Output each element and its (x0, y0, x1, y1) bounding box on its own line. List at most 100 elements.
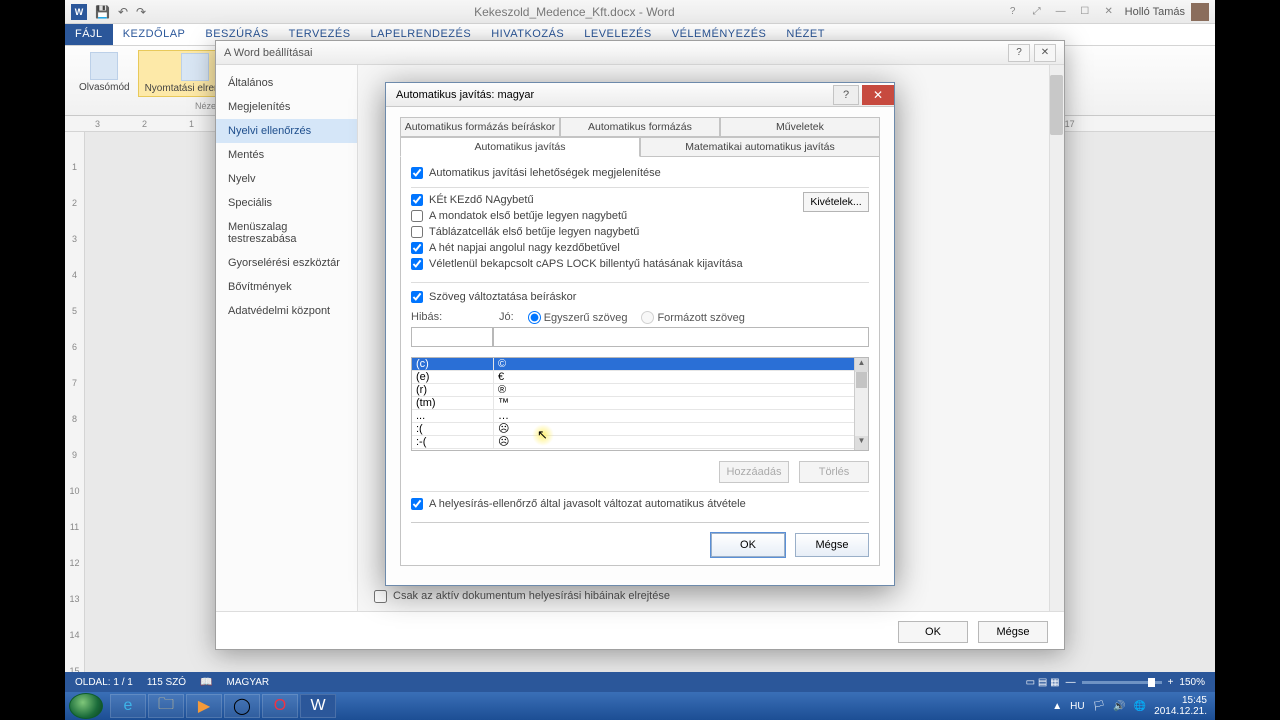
replace-text-checkbox[interactable] (411, 291, 423, 303)
cap-cells-checkbox[interactable] (411, 226, 423, 238)
options-title: A Word beállításai (224, 47, 312, 59)
spellcheck-suggest-label: A helyesírás-ellenőrző által javasolt vá… (429, 498, 746, 510)
options-close-icon[interactable]: ✕ (1034, 44, 1056, 62)
nav-save[interactable]: Mentés (216, 143, 357, 167)
tray-clock[interactable]: 15:452014.12.21. (1154, 695, 1207, 717)
table-row[interactable]: (tm)™ (412, 397, 868, 410)
show-ac-options-label: Automatikus javítási lehetőségek megjele… (429, 167, 661, 179)
nav-qat[interactable]: Gyorselérési eszköztár (216, 251, 357, 275)
word-count[interactable]: 115 SZÓ (147, 677, 186, 688)
exceptions-button[interactable]: Kivételek... (803, 192, 869, 212)
tab-actions[interactable]: Műveletek (720, 117, 880, 137)
tab-file[interactable]: FÁJL (65, 24, 113, 45)
cap-days-label: A hét napjai angolul nagy kezdőbetűvel (429, 242, 620, 254)
user-name: Holló Tamás (1125, 6, 1185, 18)
options-title-bar: A Word beállításai ? ✕ (216, 41, 1064, 65)
help-icon[interactable]: ? (1003, 6, 1023, 17)
capslock-label: Véletlenül bekapcsolt cAPS LOCK billenty… (429, 258, 743, 270)
show-ac-options-checkbox[interactable] (411, 167, 423, 179)
spellcheck-suggest-checkbox[interactable] (411, 498, 423, 510)
table-row[interactable]: :-(☹ (412, 436, 868, 449)
ribbon-toggle-icon[interactable]: ⤢ (1027, 6, 1047, 17)
list-scrollbar[interactable]: ▲▼ (854, 358, 868, 450)
zoom-level[interactable]: 150% (1179, 677, 1205, 688)
options-nav: Általános Megjelenítés Nyelvi ellenőrzés… (216, 65, 358, 611)
word-icon: W (71, 4, 87, 20)
taskbar-ie[interactable]: e (110, 694, 146, 718)
taskbar-media[interactable]: ▶ (186, 694, 222, 718)
cap-cells-label: Táblázatcellák első betűje legyen nagybe… (429, 226, 639, 238)
nav-display[interactable]: Megjelenítés (216, 95, 357, 119)
taskbar-word[interactable]: W (300, 694, 336, 718)
redo-icon[interactable]: ↷ (136, 5, 146, 19)
nav-trust[interactable]: Adatvédelmi központ (216, 299, 357, 323)
table-row[interactable]: :(☹ (412, 423, 868, 436)
tab-math-autocorrect[interactable]: Matematikai automatikus javítás (640, 137, 880, 157)
zoom-controls[interactable]: ▭ ▤ ▦ — + 150% (1026, 677, 1205, 688)
nav-addins[interactable]: Bővítmények (216, 275, 357, 299)
tab-home[interactable]: KEZDŐLAP (113, 24, 196, 45)
language-status[interactable]: MAGYAR (227, 677, 270, 688)
autocorrect-ok-button[interactable]: OK (711, 533, 785, 557)
autocorrect-cancel-button[interactable]: Mégse (795, 533, 869, 557)
save-icon[interactable]: 💾 (95, 5, 110, 19)
hide-errors-checkbox[interactable] (374, 590, 387, 603)
plain-text-radio[interactable]: Egyszerű szöveg (528, 311, 628, 324)
maximize-icon[interactable]: ☐ (1075, 6, 1095, 17)
replace-input[interactable] (411, 327, 493, 347)
options-cancel-button[interactable]: Mégse (978, 621, 1048, 643)
taskbar-explorer[interactable]: 🗀 (148, 694, 184, 718)
status-bar: OLDAL: 1 / 1 115 SZÓ 📖 MAGYAR ▭ ▤ ▦ — + … (65, 672, 1215, 692)
cap-sentence-label: A mondatok első betűje legyen nagybetű (429, 210, 627, 222)
table-row[interactable]: (e)€ (412, 371, 868, 384)
nav-ribbon[interactable]: Menüszalag testreszabása (216, 215, 357, 251)
capslock-checkbox[interactable] (411, 258, 423, 270)
autocorrect-list[interactable]: (c)© (e)€ (r)® (tm)™ ...… :(☹ :-(☹ ▲▼ (411, 357, 869, 451)
tab-autoformat[interactable]: Automatikus formázás (560, 117, 720, 137)
hide-errors-label: Csak az aktív dokumentum helyesírási hib… (393, 590, 670, 602)
autocorrect-close-icon[interactable]: ✕ (862, 85, 894, 105)
nav-advanced[interactable]: Speciális (216, 191, 357, 215)
document-title: Kekeszold_Medence_Kft.docx - Word (152, 5, 997, 19)
table-row[interactable]: ...… (412, 410, 868, 423)
table-row[interactable]: (c)© (412, 358, 868, 371)
vertical-ruler[interactable]: 12345678910111213141516 (65, 132, 85, 680)
with-input[interactable] (493, 327, 869, 347)
formatted-text-radio[interactable]: Formázott szöveg (641, 311, 744, 324)
page-status[interactable]: OLDAL: 1 / 1 (75, 677, 133, 688)
delete-button: Törlés (799, 461, 869, 483)
autocorrect-tabs: Automatikus formázás beíráskor Automatik… (400, 117, 880, 157)
add-button: Hozzáadás (719, 461, 789, 483)
close-icon[interactable]: ✕ (1099, 6, 1119, 17)
taskbar-opera[interactable]: O (262, 694, 298, 718)
quick-access-toolbar: W 💾 ↶ ↷ (65, 4, 152, 20)
two-caps-checkbox[interactable] (411, 194, 423, 206)
hide-errors-checkbox-row[interactable]: Csak az aktív dokumentum helyesírási hib… (358, 585, 1049, 607)
table-row[interactable]: (r)® (412, 384, 868, 397)
minimize-icon[interactable]: — (1051, 6, 1071, 17)
tab-autocorrect[interactable]: Automatikus javítás (400, 137, 640, 157)
replace-label: Hibás: (411, 311, 485, 324)
tray-language[interactable]: HU (1070, 701, 1084, 712)
two-caps-label: KÉt KEzdő NAgybetű (429, 194, 534, 206)
avatar (1191, 3, 1209, 21)
options-scrollbar[interactable] (1049, 65, 1064, 611)
nav-general[interactable]: Általános (216, 71, 357, 95)
with-label: Jó: (499, 311, 514, 324)
options-help-icon[interactable]: ? (1008, 44, 1030, 62)
nav-language[interactable]: Nyelv (216, 167, 357, 191)
autocorrect-help-icon[interactable]: ? (833, 85, 859, 105)
undo-icon[interactable]: ↶ (118, 5, 128, 19)
nav-proofing[interactable]: Nyelvi ellenőrzés (216, 119, 357, 143)
tab-autoformat-typing[interactable]: Automatikus formázás beíráskor (400, 117, 560, 137)
zoom-slider[interactable] (1082, 681, 1162, 684)
cap-days-checkbox[interactable] (411, 242, 423, 254)
read-mode-button[interactable]: Olvasómód (73, 50, 136, 97)
taskbar-chrome[interactable]: ◯ (224, 694, 260, 718)
cap-sentence-checkbox[interactable] (411, 210, 423, 222)
replace-text-label: Szöveg változtatása beíráskor (429, 291, 576, 303)
options-ok-button[interactable]: OK (898, 621, 968, 643)
start-button[interactable] (69, 693, 103, 719)
system-tray[interactable]: ▲ HU 🏳🔊🌐 15:452014.12.21. (1052, 695, 1211, 717)
user-account[interactable]: Holló Tamás (1125, 3, 1209, 21)
